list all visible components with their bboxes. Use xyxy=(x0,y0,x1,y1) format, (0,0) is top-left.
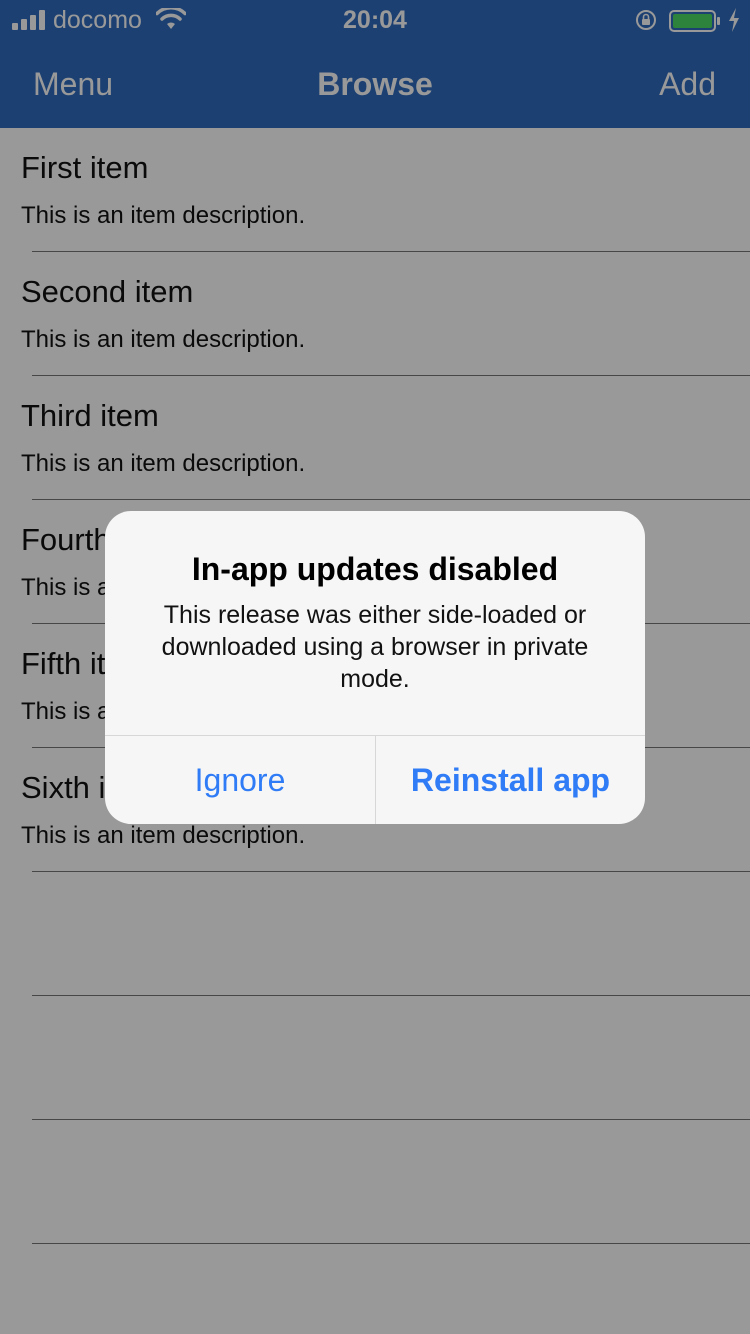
reinstall-app-button[interactable]: Reinstall app xyxy=(376,736,645,824)
update-alert-dialog: In-app updates disabled This release was… xyxy=(105,511,645,824)
ignore-button[interactable]: Ignore xyxy=(105,736,375,824)
screen: docomo 20:04 Menu Browse Add First item … xyxy=(0,0,750,1334)
alert-title: In-app updates disabled xyxy=(191,551,559,587)
alert-message: This release was either side-loaded or d… xyxy=(161,601,589,693)
